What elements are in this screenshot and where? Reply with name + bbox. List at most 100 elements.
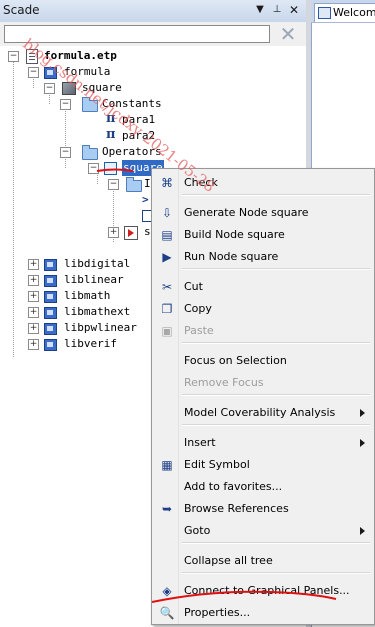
context-menu: ⌘ Check ⇩ Generate Node square ▤ Build Node s… <box>151 168 375 625</box>
menu-item-check[interactable]: ⌘ Check <box>154 172 372 194</box>
search-input[interactable] <box>4 25 270 43</box>
menu-item-remove-focus: Remove Focus <box>154 372 372 394</box>
menu-item-goto[interactable]: Goto <box>154 520 372 542</box>
library-icon <box>44 339 57 351</box>
folder-icon <box>82 145 98 160</box>
tree-item-operators[interactable]: − Operators <box>60 144 260 160</box>
tree-label: formula <box>64 65 111 78</box>
submenu-arrow-icon <box>360 439 365 447</box>
menu-item-label: Build Node square <box>184 228 285 241</box>
expand-icon[interactable]: + <box>28 275 39 286</box>
tab-welcome-label: Welcome <box>333 6 375 19</box>
pin-icon[interactable]: ⊥ <box>269 2 285 18</box>
constant-pi-icon: π <box>106 127 116 142</box>
expand-icon[interactable]: + <box>108 227 119 238</box>
collapse-icon[interactable]: − <box>28 67 39 78</box>
tree-label: I <box>144 177 151 190</box>
model-icon <box>44 67 57 79</box>
build-icon: ▤ <box>161 228 173 242</box>
menu-item-insert[interactable]: Insert <box>154 432 372 454</box>
graphical-panels-icon: ◈ <box>162 584 172 598</box>
collapse-icon[interactable]: − <box>60 99 71 110</box>
expand-icon[interactable]: + <box>28 291 39 302</box>
menu-item-label: Paste <box>184 324 214 337</box>
menu-item-label: Edit Symbol <box>184 458 250 471</box>
browse-references-icon: ➥ <box>161 502 173 516</box>
menu-item-label: Add to favorites... <box>184 480 283 493</box>
collapse-icon[interactable]: − <box>88 163 99 174</box>
tree-label: libmath <box>64 289 111 302</box>
menu-item-copy[interactable]: ❐ Copy <box>154 298 372 320</box>
menu-item-collapse-all-tree[interactable]: Collapse all tree <box>154 550 372 572</box>
menu-item-edit-symbol[interactable]: ▦ Edit Symbol <box>154 454 372 476</box>
menu-item-run-node-square[interactable]: ▶ Run Node square <box>154 246 372 268</box>
expand-icon[interactable]: + <box>28 307 39 318</box>
menu-item-focus-on-selection[interactable]: Focus on Selection <box>154 350 372 372</box>
tree-label: para1 <box>122 113 156 126</box>
generate-icon: ⇩ <box>161 206 173 220</box>
expand-icon[interactable]: + <box>28 259 39 270</box>
menu-separator <box>182 424 370 426</box>
menu-item-label: Copy <box>184 302 212 315</box>
menu-item-build-node-square[interactable]: ▤ Build Node square <box>154 224 372 246</box>
menu-item-label: Model Coverability Analysis <box>184 406 336 419</box>
clear-search-icon[interactable]: ✕ <box>277 24 299 44</box>
project-file-icon <box>26 49 38 64</box>
collapse-icon[interactable]: − <box>8 51 19 62</box>
menu-item-label: Browse References <box>184 502 289 515</box>
check-icon: ⌘ <box>161 176 173 190</box>
diagram-icon <box>124 226 138 240</box>
close-icon[interactable]: ✕ <box>286 2 302 18</box>
menu-item-connect-to-graphical-panels[interactable]: ◈ Connect to Graphical Panels... <box>154 580 372 602</box>
tree-item-formula[interactable]: − formula <box>28 64 228 80</box>
tree-item-square-package[interactable]: − square <box>44 80 244 96</box>
welcome-icon <box>318 7 331 19</box>
tree-item-project[interactable]: − formula.etp <box>8 48 268 64</box>
folder-icon <box>82 97 98 112</box>
library-icon <box>44 259 57 271</box>
menu-item-label: Remove Focus <box>184 376 264 389</box>
collapse-icon[interactable]: − <box>44 83 55 94</box>
menu-separator <box>182 542 370 544</box>
tab-welcome[interactable]: Welcome <box>314 3 375 22</box>
menu-item-label: Properties... <box>184 606 251 619</box>
tree-label: libpwlinear <box>64 321 137 334</box>
menu-separator <box>182 394 370 396</box>
menu-item-cut[interactable]: ✂ Cut <box>154 276 372 298</box>
menu-item-model-coverability-analysis[interactable]: Model Coverability Analysis <box>154 402 372 424</box>
library-icon <box>44 323 57 335</box>
library-icon <box>44 307 57 319</box>
menu-item-label: Cut <box>184 280 203 293</box>
library-icon <box>44 291 57 303</box>
cut-icon: ✂ <box>161 280 173 294</box>
operator-icon <box>104 162 117 175</box>
package-icon <box>62 82 76 95</box>
menu-item-add-to-favorites[interactable]: Add to favorites... <box>154 476 372 498</box>
menu-item-properties[interactable]: 🔍 Properties... <box>154 602 372 624</box>
menu-separator <box>182 572 370 574</box>
dropdown-arrow-icon[interactable]: ▼ <box>252 2 268 18</box>
tree-item-para2[interactable]: π para2 <box>92 127 242 144</box>
menu-item-label: Run Node square <box>184 250 279 263</box>
menu-item-generate-node-square[interactable]: ⇩ Generate Node square <box>154 202 372 224</box>
tree-label: libverif <box>64 337 117 350</box>
menu-item-browse-references[interactable]: ➥ Browse References <box>154 498 372 520</box>
submenu-arrow-icon <box>360 409 365 417</box>
tree-label: square <box>82 81 122 94</box>
panel-title: Scade <box>3 3 40 17</box>
tree-item-para1[interactable]: π para1 <box>92 111 242 128</box>
collapse-icon[interactable]: − <box>108 179 119 190</box>
paste-icon: ▣ <box>161 324 173 338</box>
tree-label: Constants <box>102 97 162 110</box>
menu-item-label: Goto <box>184 524 211 537</box>
copy-icon: ❐ <box>161 302 173 316</box>
tree-item-constants[interactable]: − Constants <box>60 96 260 112</box>
expand-icon[interactable]: + <box>28 339 39 350</box>
collapse-icon[interactable]: − <box>60 147 71 158</box>
library-icon <box>44 275 57 287</box>
menu-separator <box>182 268 370 270</box>
expand-icon[interactable]: + <box>28 323 39 334</box>
menu-separator <box>182 342 370 344</box>
explorer-header: Scade ▼ ⊥ ✕ <box>0 0 306 23</box>
tree-label: libdigital <box>64 257 131 270</box>
